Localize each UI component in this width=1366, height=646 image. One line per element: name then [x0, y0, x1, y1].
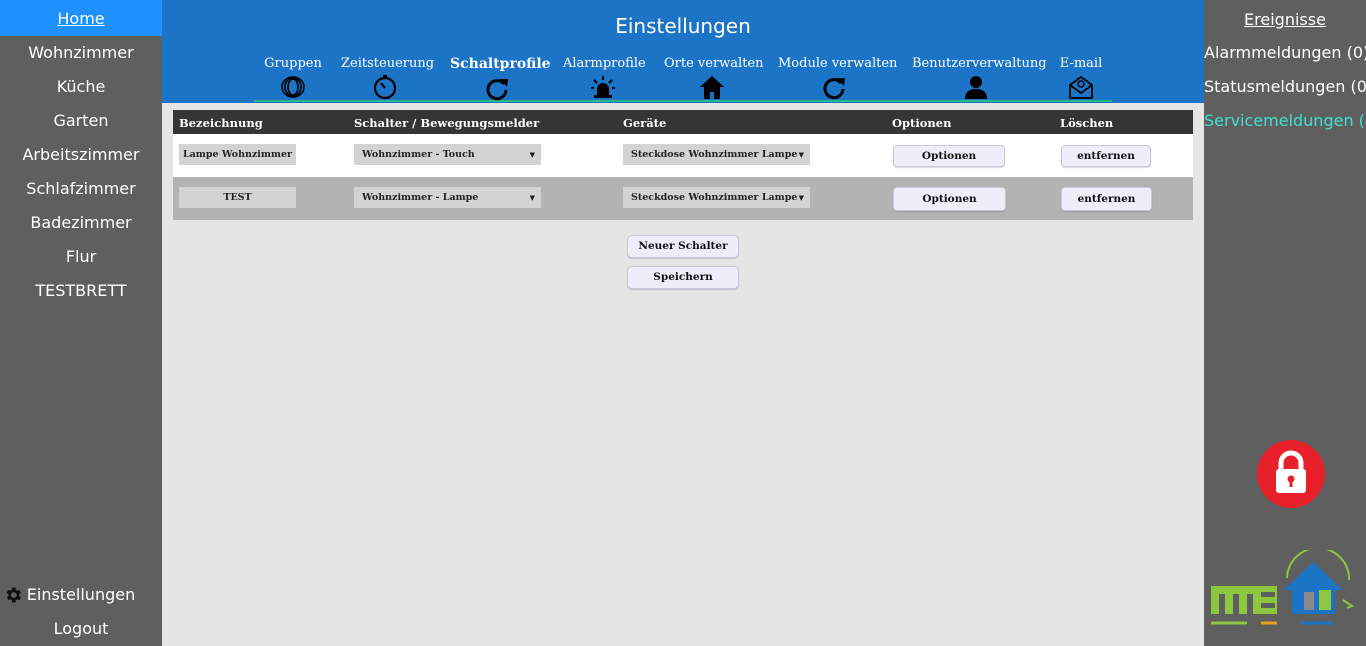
tab-module-verwalten[interactable]: Module verwalten [778, 56, 897, 100]
device-select-value: Steckdose Wohnzimmer Lampe [631, 149, 798, 160]
page-title: Einstellungen [615, 14, 751, 38]
tab-label: Benutzerverwaltung [912, 56, 1047, 71]
new-switch-button[interactable]: Neuer Schalter [627, 235, 739, 258]
refresh-icon [486, 79, 508, 101]
tab-label: E-mail [1059, 56, 1103, 71]
triangle-down-icon: ▼ [529, 193, 535, 202]
settings-label: Einstellungen [26, 585, 136, 604]
device-select[interactable]: Steckdose Wohnzimmer Lampe ▼ [623, 144, 810, 165]
nav-item-badezimmer[interactable]: Badezimmer [0, 206, 162, 240]
switch-profiles-table: Bezeichnung Schalter / Bewegungsmelder G… [173, 110, 1193, 220]
column-header: Löschen [1060, 116, 1114, 130]
tab-alarmprofile[interactable]: Alarmprofile [563, 56, 646, 100]
events-title[interactable]: Ereignisse [1204, 0, 1366, 36]
tab-orte-verwalten[interactable]: Orte verwalten [664, 56, 764, 100]
tab-label: Orte verwalten [664, 56, 764, 71]
rings-icon [281, 76, 305, 98]
tab-label: Schaltprofile [450, 56, 551, 72]
table-row: Lampe Wohnzimmer Wohnzimmer - Touch ▼ St… [173, 134, 1193, 177]
tab-email[interactable]: E-mail [1058, 56, 1104, 100]
column-header: Geräte [623, 116, 667, 130]
remove-button[interactable]: entfernen [1061, 145, 1151, 167]
name-field[interactable]: Lampe Wohnzimmer [179, 144, 296, 165]
right-sidebar: Ereignisse Alarmmeldungen (0) Statusmeld… [1204, 0, 1366, 646]
refresh-icon [823, 78, 845, 100]
options-button[interactable]: Optionen [893, 187, 1006, 211]
nav-item-arbeitszimmer[interactable]: Arbeitszimmer [0, 138, 162, 172]
triangle-down-icon: ▼ [798, 150, 804, 159]
nav-item-kueche[interactable]: Küche [0, 70, 162, 104]
nav-item-testbrett[interactable]: TESTBRETT [0, 274, 162, 308]
remove-button[interactable]: entfernen [1061, 187, 1152, 211]
name-field[interactable]: TEST [179, 187, 296, 208]
column-header: Schalter / Bewegungsmelder [354, 116, 540, 130]
header: Einstellungen Gruppen Zeitsteuerung Scha… [162, 0, 1204, 103]
nav-item-flur[interactable]: Flur [0, 240, 162, 274]
lock-icon [1276, 450, 1306, 493]
left-sidebar: Home Wohnzimmer Küche Garten Arbeitszimm… [0, 0, 162, 646]
table-header: Bezeichnung Schalter / Bewegungsmelder G… [173, 110, 1193, 134]
gear-icon [6, 587, 22, 603]
settings-tabs: Gruppen Zeitsteuerung Schaltprofile Alar… [254, 56, 1112, 102]
user-icon [965, 76, 987, 99]
switch-select-value: Wohnzimmer - Touch [362, 149, 475, 160]
tab-schaltprofile[interactable]: Schaltprofile [450, 56, 551, 101]
nav-item-garten[interactable]: Garten [0, 104, 162, 138]
settings-link[interactable]: Einstellungen [0, 578, 162, 612]
home-icon [700, 76, 724, 99]
app: Home Wohnzimmer Küche Garten Arbeitszimm… [0, 0, 1366, 646]
stopwatch-icon [373, 75, 397, 100]
siren-icon [591, 76, 615, 98]
envelope-icon [1069, 75, 1093, 99]
left-sidebar-bottom: Einstellungen Logout [0, 578, 162, 646]
switch-select[interactable]: Wohnzimmer - Touch ▼ [354, 144, 541, 165]
nav-item-home[interactable]: Home [0, 0, 162, 36]
save-button[interactable]: Speichern [627, 266, 739, 289]
tab-gruppen[interactable]: Gruppen [264, 56, 322, 100]
tab-zeitsteuerung[interactable]: Zeitsteuerung [341, 56, 434, 100]
alarm-messages-link[interactable]: Alarmmeldungen (0) [1204, 36, 1366, 70]
main-content: Einstellungen Gruppen Zeitsteuerung Scha… [162, 0, 1204, 646]
tab-label: Zeitsteuerung [341, 56, 435, 71]
column-header: Bezeichnung [179, 116, 263, 130]
table-row: TEST Wohnzimmer - Lampe ▼ Steckdose Wohn… [173, 177, 1193, 220]
triangle-down-icon: ▼ [798, 193, 804, 202]
service-messages-link[interactable]: Servicemeldungen (4) [1204, 104, 1366, 138]
device-select-value: Steckdose Wohnzimmer Lampe [631, 192, 798, 203]
switch-select-value: Wohnzimmer - Lampe [362, 192, 479, 203]
m3-logo [1211, 550, 1355, 625]
nav-item-wohnzimmer[interactable]: Wohnzimmer [0, 36, 162, 70]
tab-label: Module verwalten [778, 56, 898, 71]
lock-button[interactable] [1257, 440, 1325, 508]
switch-select[interactable]: Wohnzimmer - Lampe ▼ [354, 187, 541, 208]
tab-benutzerverwaltung[interactable]: Benutzerverwaltung [912, 56, 1047, 100]
triangle-down-icon: ▼ [529, 150, 535, 159]
column-header: Optionen [892, 116, 952, 130]
tab-label: Gruppen [264, 56, 322, 71]
nav-item-schlafzimmer[interactable]: Schlafzimmer [0, 172, 162, 206]
status-messages-link[interactable]: Statusmeldungen (0) [1204, 70, 1366, 104]
device-select[interactable]: Steckdose Wohnzimmer Lampe ▼ [623, 187, 810, 208]
tab-label: Alarmprofile [563, 56, 646, 71]
logout-link[interactable]: Logout [0, 612, 162, 646]
options-button[interactable]: Optionen [893, 145, 1005, 167]
